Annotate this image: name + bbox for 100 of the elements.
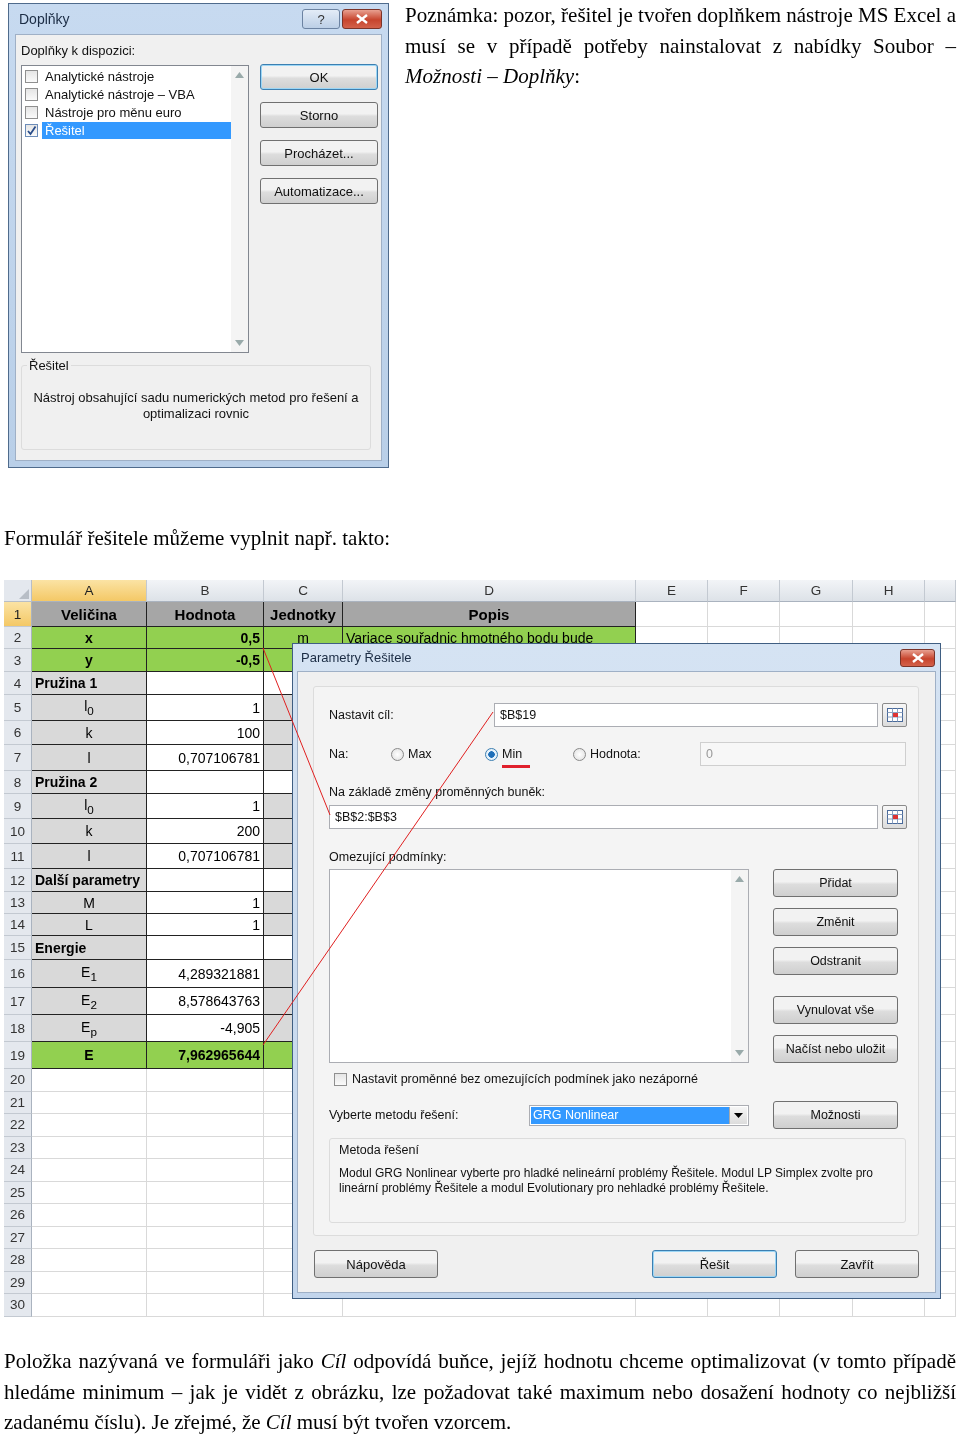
close-button[interactable] <box>900 648 935 667</box>
row-header[interactable]: 5 <box>4 695 32 721</box>
row-header[interactable]: 21 <box>4 1091 32 1114</box>
column-header[interactable]: C <box>264 580 343 602</box>
objective-field[interactable]: $B$19 <box>494 703 878 727</box>
scroll-down-arrow[interactable] <box>235 340 244 346</box>
addins-list[interactable]: Analytické nástroje Analytické nástroje – VBA Nástroje pro měnu euro Řešitel <box>21 65 249 353</box>
row-header[interactable]: 27 <box>4 1226 32 1249</box>
table-cell: Jednotky <box>264 602 343 627</box>
row-header[interactable]: 13 <box>4 892 32 914</box>
list-item[interactable]: Analytické nástroje <box>42 67 231 85</box>
checkbox-label[interactable]: Nastavit proměnné bez omezujících podmínek jako nezáporné <box>352 1072 699 1086</box>
close-icon <box>355 14 369 24</box>
table-cell: x <box>32 627 147 649</box>
table-cell: E <box>32 1042 147 1069</box>
row-header[interactable]: 28 <box>4 1249 32 1272</box>
dialog-button[interactable]: Zavřít <box>795 1250 919 1278</box>
row-header[interactable]: 24 <box>4 1159 32 1182</box>
range-select-button[interactable] <box>882 703 907 727</box>
row-header[interactable]: 10 <box>4 819 32 844</box>
dialog-button[interactable]: Odstranit <box>773 947 898 975</box>
row-header[interactable]: 15 <box>4 936 32 960</box>
row-header[interactable]: 11 <box>4 844 32 869</box>
group-title: Řešitel <box>27 358 71 373</box>
column-header[interactable]: G <box>780 580 853 602</box>
row-header[interactable]: 23 <box>4 1136 32 1159</box>
option-label[interactable]: Min <box>502 746 531 768</box>
method-description: Modul GRG Nonlinear vyberte pro hladké nelineární problémy Řešitele. Modul LP Simplex zvolte pro lineární problémy Řešitele a modul Evolutionary pro nehladké problémy Řešitele. <box>339 1166 875 1196</box>
method-label: Vyberte metodu řešení: <box>329 1108 460 1122</box>
row-header[interactable]: 30 <box>4 1294 32 1317</box>
column-header[interactable]: B <box>147 580 264 602</box>
dialog-button[interactable]: Storno <box>260 102 378 128</box>
row-header[interactable]: 3 <box>4 649 32 672</box>
column-header[interactable] <box>925 580 956 602</box>
variables-label: Na základě změny proměnných buněk: <box>329 784 547 800</box>
row-header[interactable]: 25 <box>4 1181 32 1204</box>
variables-field[interactable]: $B$2:$B$3 <box>329 805 878 829</box>
note-paragraph: Poznámka: pozor, řešitel je tvořen doplňkem nástroje MS Excel a musí se v případě potřeby nainstalovat z nabídky Soubor – Možnosti – Doplňky: <box>405 2 956 90</box>
checkbox[interactable] <box>334 1072 347 1086</box>
row-header[interactable]: 14 <box>4 914 32 936</box>
row-header[interactable]: 22 <box>4 1114 32 1137</box>
row-header[interactable]: 19 <box>4 1042 32 1069</box>
row-header[interactable]: 18 <box>4 1015 32 1042</box>
column-header[interactable]: F <box>708 580 780 602</box>
row-header[interactable]: 16 <box>4 960 32 988</box>
dialog-button[interactable]: Automatizace... <box>260 178 378 204</box>
description-text: Nástroj obsahující sadu numerických metod pro řešení a optimalizaci rovnic <box>32 390 360 422</box>
row-header[interactable]: 4 <box>4 672 32 695</box>
dialog-title: Doplňky <box>18 11 71 27</box>
dialog-button[interactable]: Řešit <box>652 1250 777 1278</box>
scroll-down-arrow[interactable] <box>735 1050 744 1056</box>
checkbox[interactable] <box>25 123 38 137</box>
table-cell: k <box>32 721 147 745</box>
table-cell: l$_{0}$ <box>32 794 147 819</box>
scroll-up-arrow[interactable] <box>735 876 744 882</box>
table-cell: M <box>32 892 147 914</box>
table-cell: L <box>32 914 147 936</box>
radio-button[interactable] <box>391 747 404 761</box>
dialog-button[interactable]: Přidat <box>773 869 898 897</box>
row-header[interactable]: 29 <box>4 1271 32 1294</box>
intro-text: Formulář řešitele můžeme vyplnit např. takto: <box>4 525 392 552</box>
table-cell: E$_{2}$ <box>32 988 147 1015</box>
checkbox[interactable] <box>25 87 38 101</box>
dialog-button[interactable]: Procházet... <box>260 140 378 166</box>
dialog-button[interactable]: Nápověda <box>314 1250 438 1278</box>
dropdown-arrow-icon <box>734 1112 743 1118</box>
row-header[interactable]: 7 <box>4 745 32 771</box>
target-label: Na: <box>329 747 350 761</box>
list-item[interactable]: Nástroje pro měnu euro <box>42 103 231 121</box>
option-label[interactable]: Max <box>408 746 432 762</box>
option-label[interactable]: Hodnota: <box>590 746 641 762</box>
table-cell: k <box>32 819 147 844</box>
row-header[interactable]: 6 <box>4 721 32 745</box>
list-item[interactable]: Analytické nástroje – VBA <box>42 85 231 103</box>
table-cell: Další parametry <box>32 869 147 892</box>
checkbox[interactable] <box>25 105 38 119</box>
radio-button[interactable] <box>485 747 498 761</box>
row-header[interactable]: 17 <box>4 988 32 1015</box>
scroll-up-arrow[interactable] <box>235 72 244 78</box>
row-header[interactable]: 12 <box>4 869 32 892</box>
close-button[interactable] <box>342 9 382 29</box>
dialog-button[interactable]: Změnit <box>773 908 898 936</box>
column-header[interactable]: D <box>343 580 636 602</box>
range-select-button[interactable] <box>882 805 907 829</box>
checkbox[interactable] <box>25 69 38 83</box>
dialog-button[interactable]: Vynulovat vše <box>773 996 898 1024</box>
dialog-button[interactable]: Načíst nebo uložit <box>773 1035 898 1063</box>
dialog-button[interactable]: OK <box>260 64 378 90</box>
row-header[interactable]: 20 <box>4 1069 32 1092</box>
row-header[interactable]: 8 <box>4 771 32 794</box>
column-header[interactable]: H <box>853 580 925 602</box>
row-header[interactable]: 26 <box>4 1204 32 1227</box>
options-button[interactable]: Možnosti <box>773 1101 898 1129</box>
radio-button[interactable] <box>573 747 586 761</box>
column-header[interactable]: A <box>32 580 147 602</box>
row-header[interactable]: 1 <box>4 602 32 627</box>
column-header[interactable]: E <box>636 580 708 602</box>
row-header[interactable]: 9 <box>4 794 32 819</box>
help-button[interactable]: ? <box>302 9 340 29</box>
row-header[interactable]: 2 <box>4 627 32 649</box>
